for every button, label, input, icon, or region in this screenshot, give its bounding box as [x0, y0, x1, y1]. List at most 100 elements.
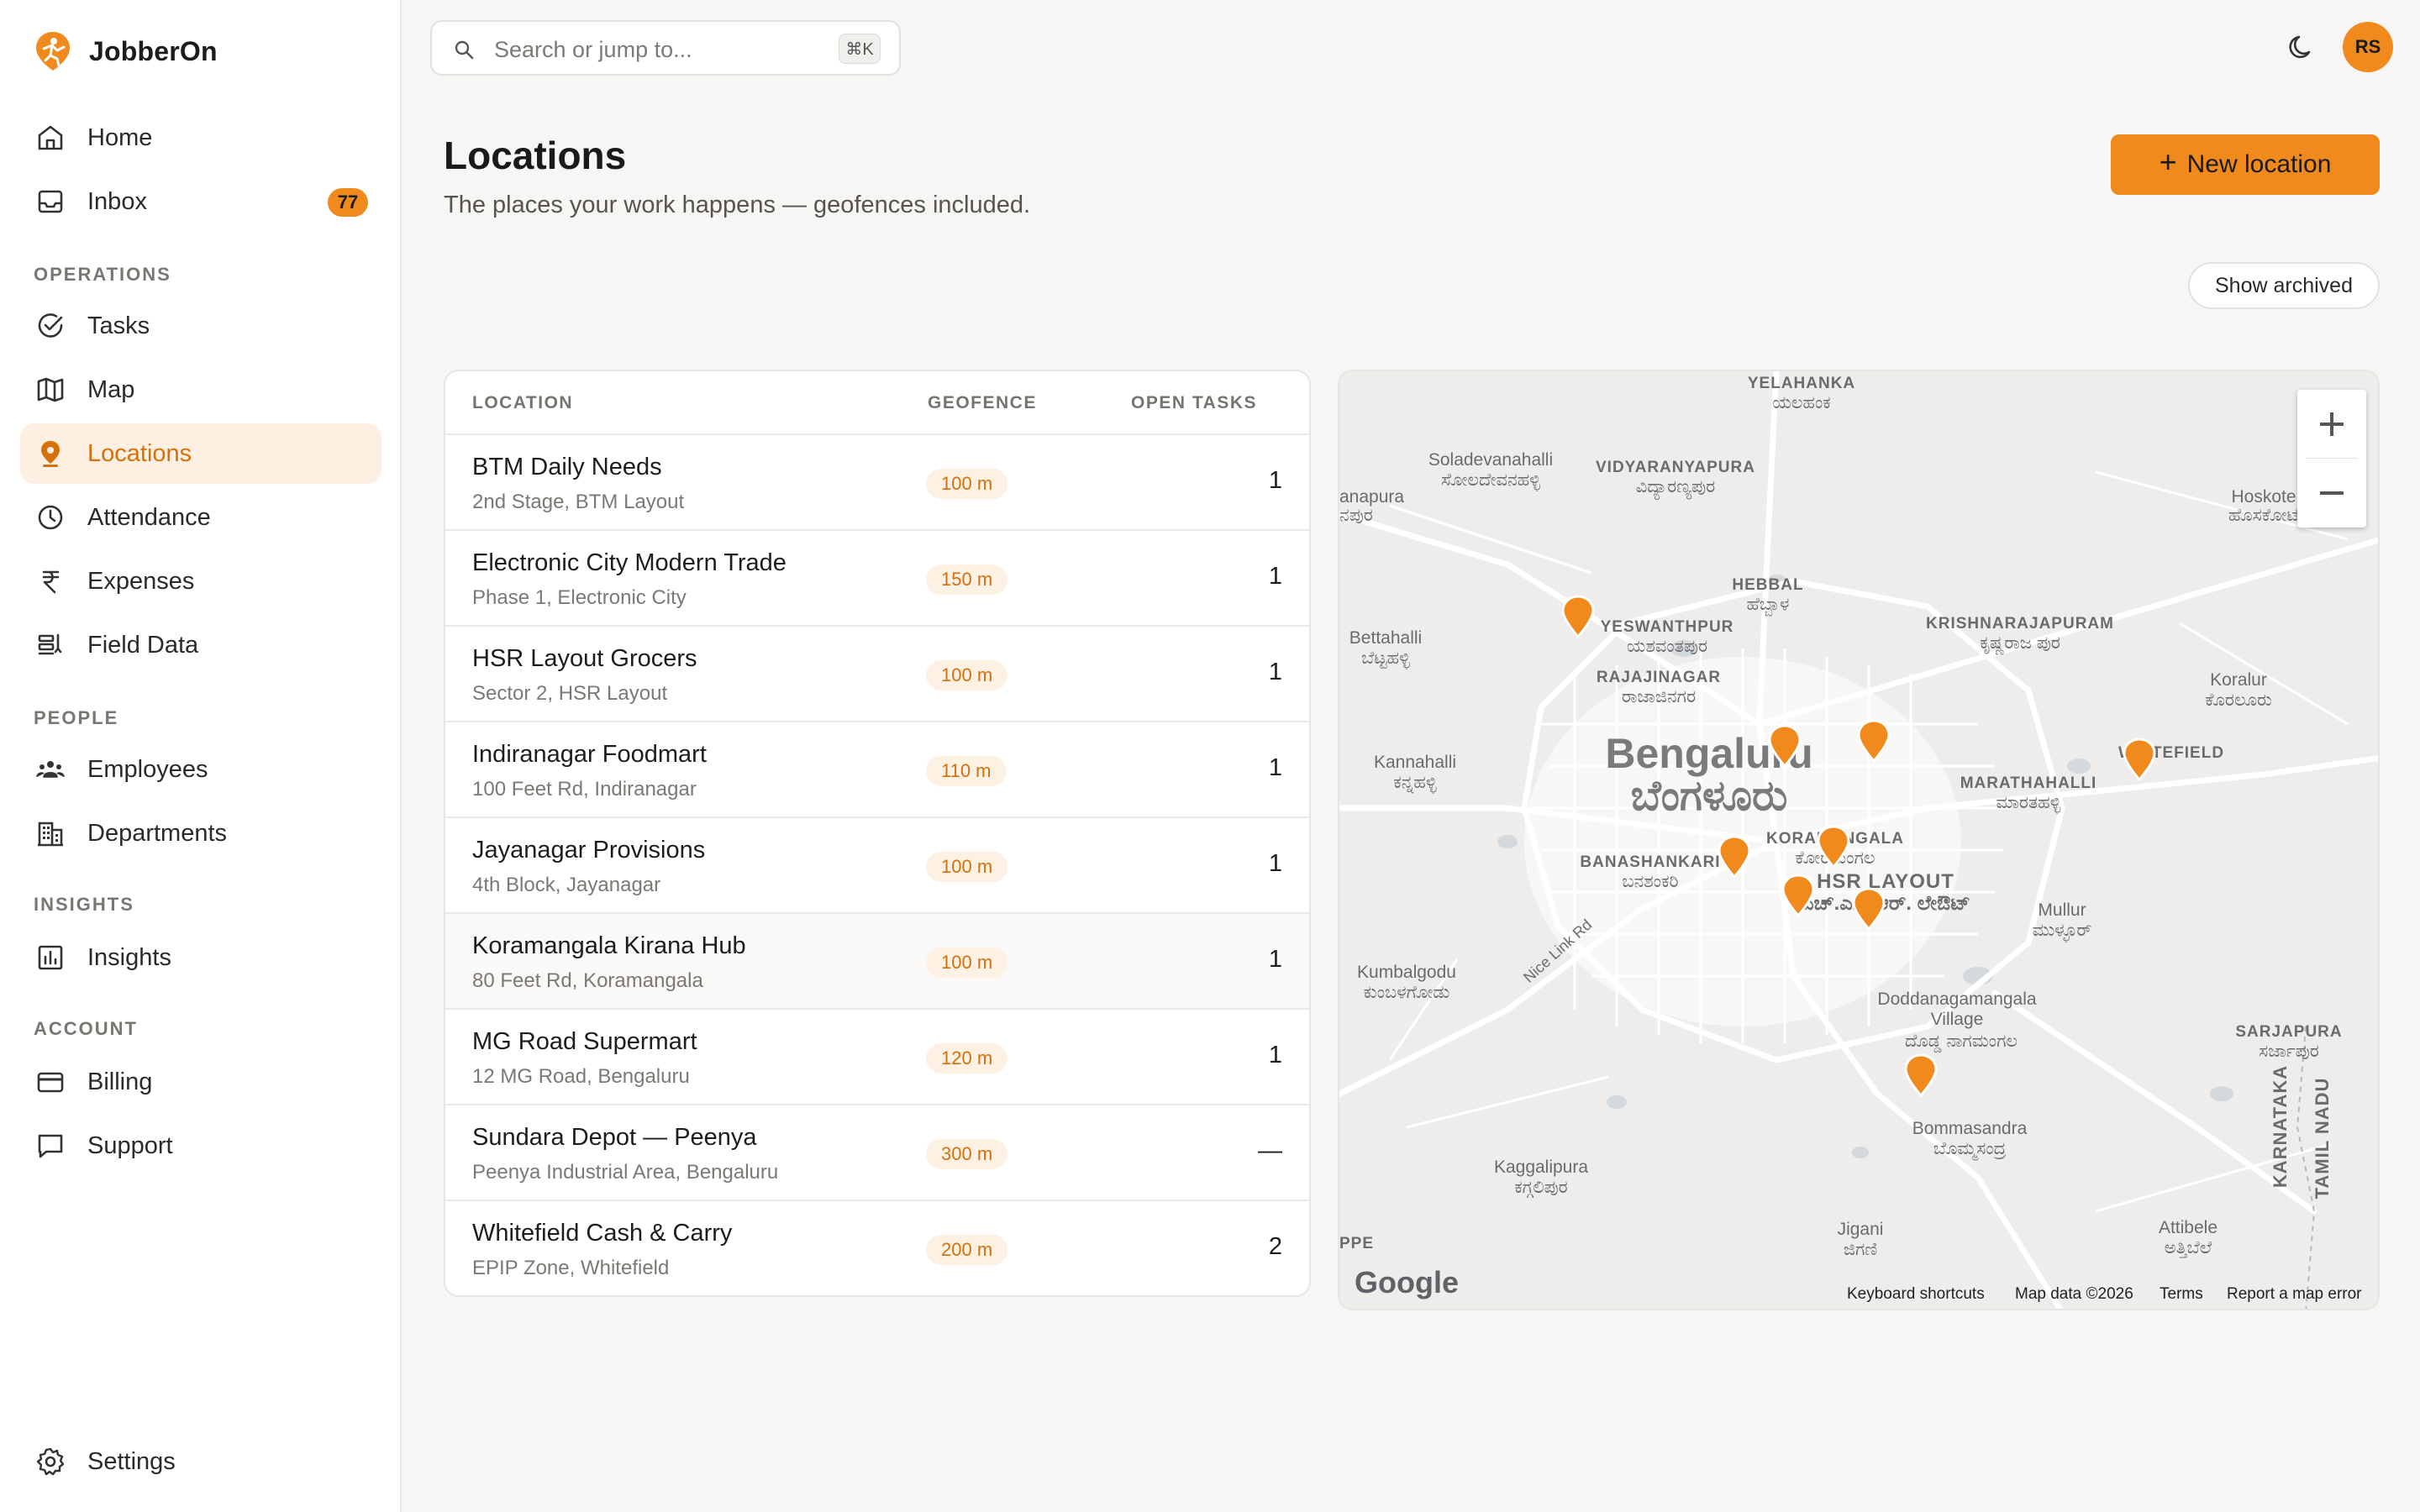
open-tasks-count: 1: [1268, 1042, 1282, 1068]
sidebar-item-attendance[interactable]: Attendance: [20, 487, 381, 548]
map-label-marathahalli-kn: ಮಾರತಹಳ್ಳಿ: [1996, 793, 2061, 812]
table-row[interactable]: Koramangala Kirana Hub 80 Feet Rd, Koram…: [445, 914, 1309, 1010]
map-zoom-controls: [2297, 390, 2366, 528]
sidebar-item-label: Billing: [87, 1068, 153, 1095]
map-label-doddanagamangala-kn: ದೊಡ್ಡ ನಾಗಮಂಗಲ: [1904, 1032, 2018, 1051]
table-row[interactable]: Electronic City Modern Trade Phase 1, El…: [445, 531, 1309, 627]
sidebar-item-label: Settings: [87, 1447, 176, 1475]
sidebar-item-label: Departments: [87, 819, 228, 847]
map-label-hebbal-kn: ಹೆಬ್ಬಾಳ: [1746, 595, 1790, 614]
map-label-yeshwanthpur-kn: ಯಶವಂತಪುರ: [1626, 637, 1708, 656]
map-label-krishnarajapuram-kn: ಕೃಷ್ಣರಾಜ ಪುರ: [1980, 633, 2060, 653]
map-label-krishnarajapuram: KRISHNARAJAPURAM: [1926, 615, 2114, 633]
map-pin-whitefield[interactable]: [2123, 738, 2156, 781]
column-header-open-tasks[interactable]: OPEN TASKS: [1131, 393, 1257, 413]
map-data-attribution: Map data ©2026: [2015, 1285, 2133, 1303]
zoom-out-button[interactable]: [2297, 459, 2366, 528]
map-label-kaggalipura: Kaggalipura: [1493, 1158, 1589, 1177]
table-row[interactable]: Whitefield Cash & Carry EPIP Zone, White…: [445, 1201, 1309, 1295]
open-tasks-count: 1: [1268, 754, 1282, 781]
location-address: 4th Block, Jayanagar: [472, 874, 661, 896]
map-pin-hsr-layout[interactable]: [1852, 887, 1886, 931]
map-label-jigani: Jigani: [1837, 1220, 1884, 1239]
search-input[interactable]: Search or jump to... ⌘K: [430, 20, 901, 76]
map-icon: [37, 377, 64, 402]
map-label-yelahanka: YELAHANKA: [1747, 375, 1856, 392]
location-address: 2nd Stage, BTM Layout: [472, 491, 685, 513]
zoom-in-button[interactable]: [2297, 390, 2366, 459]
sidebar-item-inbox[interactable]: Inbox 77: [20, 171, 381, 232]
sidebar-item-billing[interactable]: Billing: [20, 1052, 381, 1112]
people-icon: [36, 761, 65, 778]
open-tasks-count: 1: [1268, 467, 1282, 494]
sidebar-item-employees[interactable]: Employees: [20, 739, 381, 800]
sidebar-item-field-data[interactable]: Field Data: [20, 615, 381, 675]
dark-mode-toggle-icon[interactable]: [2287, 32, 2317, 62]
column-header-geofence[interactable]: GEOFENCE: [928, 393, 1037, 413]
search-icon: [455, 40, 474, 60]
table-row[interactable]: Indiranagar Foodmart 100 Feet Rd, Indira…: [445, 722, 1309, 818]
map-label-bommasandra: Bommasandra: [1912, 1119, 2028, 1138]
brand[interactable]: JobberOn: [34, 30, 218, 72]
sidebar-item-label: Employees: [87, 755, 208, 783]
sidebar-item-map[interactable]: Map: [20, 360, 381, 420]
geofence-badge: 200 m: [926, 1235, 1008, 1265]
table-row[interactable]: BTM Daily Needs 2nd Stage, BTM Layout 10…: [445, 435, 1309, 531]
avatar[interactable]: RS: [2343, 22, 2393, 72]
open-tasks-count: —: [1258, 1137, 1282, 1164]
sidebar-item-label: Insights: [87, 943, 171, 971]
location-address: Peenya Industrial Area, Bengaluru: [472, 1161, 779, 1184]
table-row[interactable]: MG Road Supermart 12 MG Road, Bengaluru …: [445, 1010, 1309, 1105]
show-archived-button[interactable]: Show archived: [2188, 262, 2380, 309]
map-label-banashankari-kn: ಬನಶಂಕರಿ: [1622, 872, 1679, 891]
map-pin-mg-road[interactable]: [1768, 724, 1802, 768]
map-label-bengaluru-kn: ಬೆಂಗಳೂರು: [1630, 772, 1788, 819]
geofence-badge: 110 m: [926, 756, 1007, 786]
gear-icon: [36, 1447, 65, 1476]
sidebar-item-insights[interactable]: Insights: [20, 927, 381, 988]
map-pin-koramangala[interactable]: [1817, 825, 1850, 869]
sidebar-item-home[interactable]: Home: [20, 108, 381, 168]
report-map-error-link[interactable]: Report a map error: [2227, 1285, 2362, 1304]
sidebar-item-expenses[interactable]: Expenses: [20, 551, 381, 612]
geofence-badge: 120 m: [926, 1043, 1008, 1074]
keyboard-shortcuts-link[interactable]: Keyboard shortcuts: [1847, 1285, 1985, 1304]
sidebar-item-departments[interactable]: Departments: [20, 803, 381, 864]
sidebar-item-locations[interactable]: Locations: [20, 423, 381, 484]
map-label-doddanagamangala: Doddanagamangala Village: [1877, 990, 2037, 1029]
locations-map[interactable]: YELAHANKA ಯಲಹಂಕ Soladevanahalli ಸೋಲದೇವನಹ…: [1338, 370, 2380, 1310]
map-label-kaggalipura-kn: ಕಗ್ಗಲಿಪುರ: [1514, 1178, 1568, 1197]
column-header-location[interactable]: LOCATION: [472, 393, 573, 413]
table-header: LOCATION GEOFENCE OPEN TASKS: [445, 371, 1309, 435]
table-row[interactable]: Sundara Depot — Peenya Peenya Industrial…: [445, 1105, 1309, 1201]
sidebar-item-tasks[interactable]: Tasks: [20, 296, 381, 356]
location-address: Phase 1, Electronic City: [472, 586, 687, 609]
map-pin-indiranagar[interactable]: [1857, 719, 1891, 763]
table-row[interactable]: Jayanagar Provisions 4th Block, Jayanaga…: [445, 818, 1309, 914]
terms-link[interactable]: Terms: [2160, 1285, 2203, 1304]
check-circle-icon: [38, 313, 63, 338]
map-label-marathahalli: MARATHAHALLI: [1960, 774, 2097, 792]
section-label-account: ACCOUNT: [34, 1018, 138, 1039]
new-location-button[interactable]: + New location: [2111, 134, 2380, 195]
location-name: BTM Daily Needs: [472, 454, 662, 480]
section-label-people: PEOPLE: [34, 707, 119, 728]
sidebar-item-settings[interactable]: Settings: [20, 1431, 381, 1492]
map-label-kannahalli-kn: ಕನ್ನಹಳ್ಳಿ: [1393, 773, 1437, 792]
map-pin-jayanagar[interactable]: [1718, 835, 1751, 879]
chat-icon: [38, 1134, 63, 1158]
map-label-kumbalgodu: Kumbalgodu: [1357, 963, 1456, 982]
jobberon-logo-icon: [36, 32, 70, 71]
sidebar-item-support[interactable]: Support: [20, 1116, 381, 1176]
locations-table: LOCATION GEOFENCE OPEN TASKS BTM Daily N…: [444, 370, 1311, 1297]
map-label-anapura-kn: ನಪುರ: [1339, 506, 1373, 525]
map-pin-btm[interactable]: [1781, 874, 1815, 917]
credit-card-icon: [37, 1072, 64, 1093]
location-address: 100 Feet Rd, Indiranagar: [472, 778, 697, 801]
map-label-sarjapura: SARJAPURA: [2235, 1023, 2343, 1041]
location-name: Koramangala Kirana Hub: [472, 932, 746, 959]
table-row[interactable]: HSR Layout Grocers Sector 2, HSR Layout …: [445, 627, 1309, 722]
location-address: 12 MG Road, Bengaluru: [472, 1065, 690, 1088]
map-pin-electronic-city[interactable]: [1904, 1053, 1938, 1097]
map-pin-sundara-depot[interactable]: [1561, 595, 1595, 638]
